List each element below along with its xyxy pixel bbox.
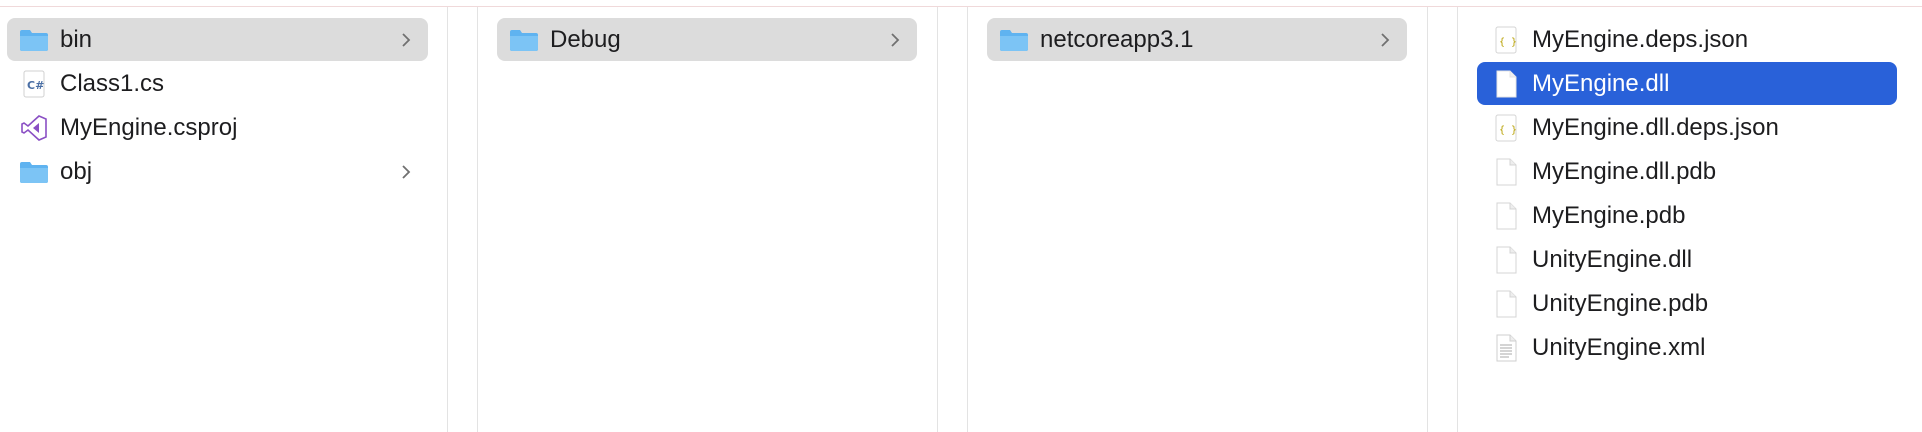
document-icon	[1491, 69, 1521, 99]
column-divider[interactable]	[447, 7, 478, 432]
list-item-myengine-dll-deps-json[interactable]: { } MyEngine.dll.deps.json	[1477, 106, 1897, 149]
chevron-right-icon	[885, 32, 905, 48]
list-item-myengine-pdb[interactable]: MyEngine.pdb	[1477, 194, 1897, 237]
document-icon	[1491, 245, 1521, 275]
window-top-edge	[0, 0, 1922, 7]
svg-text:{ }: { }	[1499, 125, 1517, 136]
list-item-myengine-deps-json[interactable]: { } MyEngine.deps.json	[1477, 18, 1897, 61]
document-icon	[1491, 157, 1521, 187]
list-item-label: UnityEngine.xml	[1532, 333, 1706, 361]
list-item-myengine-csproj[interactable]: MyEngine.csproj	[7, 106, 428, 149]
list-item-label: bin	[60, 25, 93, 53]
document-icon	[1491, 289, 1521, 319]
list-item-label: MyEngine.pdb	[1532, 201, 1686, 229]
list-item-netcoreapp31[interactable]: netcoreapp3.1	[987, 18, 1407, 61]
chevron-right-icon	[1375, 32, 1395, 48]
list-item-unityengine-pdb[interactable]: UnityEngine.pdb	[1477, 282, 1897, 325]
list-item-label: UnityEngine.dll	[1532, 245, 1693, 273]
list-item-label: Debug	[550, 25, 621, 53]
list-item-label: MyEngine.dll.pdb	[1532, 157, 1717, 185]
folder-icon	[19, 25, 49, 55]
finder-column-browser: bin C# Class1.cs MyEngine.csproj obj Deb…	[0, 7, 1922, 432]
list-item-label: obj	[60, 157, 93, 185]
list-item-unityengine-xml[interactable]: UnityEngine.xml	[1477, 326, 1897, 369]
list-item-myengine-dll-pdb[interactable]: MyEngine.dll.pdb	[1477, 150, 1897, 193]
list-item-label: MyEngine.deps.json	[1532, 25, 1749, 53]
csharp-file-icon: C#	[19, 69, 49, 99]
visual-studio-icon	[19, 113, 49, 143]
column-4[interactable]: { } MyEngine.deps.json MyEngine.dll { } …	[1458, 7, 1922, 432]
list-item-label: MyEngine.dll.deps.json	[1532, 113, 1779, 141]
list-item-bin[interactable]: bin	[7, 18, 428, 61]
list-item-obj[interactable]: obj	[7, 150, 428, 193]
list-item-label: MyEngine.csproj	[60, 113, 238, 141]
folder-icon	[509, 25, 539, 55]
folder-icon	[19, 157, 49, 187]
column-2[interactable]: Debug	[478, 7, 937, 432]
list-item-unityengine-dll[interactable]: UnityEngine.dll	[1477, 238, 1897, 281]
column-1[interactable]: bin C# Class1.cs MyEngine.csproj obj	[0, 7, 447, 432]
svg-text:C#: C#	[27, 79, 44, 92]
chevron-right-icon	[396, 32, 416, 48]
list-item-myengine-dll[interactable]: MyEngine.dll	[1477, 62, 1897, 105]
json-file-icon: { }	[1491, 25, 1521, 55]
list-item-label: MyEngine.dll	[1532, 69, 1670, 97]
text-document-icon	[1491, 333, 1521, 363]
list-item-debug[interactable]: Debug	[497, 18, 917, 61]
column-divider[interactable]	[937, 7, 968, 432]
list-item-class1-cs[interactable]: C# Class1.cs	[7, 62, 428, 105]
document-icon	[1491, 201, 1521, 231]
svg-text:{ }: { }	[1499, 37, 1517, 48]
folder-icon	[999, 25, 1029, 55]
chevron-right-icon	[396, 164, 416, 180]
list-item-label: Class1.cs	[60, 69, 165, 97]
column-3[interactable]: netcoreapp3.1	[968, 7, 1427, 432]
list-item-label: netcoreapp3.1	[1040, 25, 1194, 53]
list-item-label: UnityEngine.pdb	[1532, 289, 1709, 317]
json-file-icon: { }	[1491, 113, 1521, 143]
column-divider[interactable]	[1427, 7, 1458, 432]
